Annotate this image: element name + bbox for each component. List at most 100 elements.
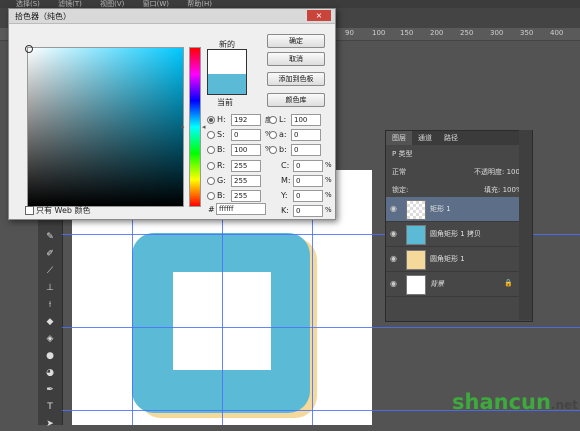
layer-filter[interactable]: P 类型 (392, 149, 538, 159)
path-selection-icon[interactable]: ➤ (42, 417, 58, 431)
saturation-input[interactable]: 0 (231, 129, 261, 141)
current-color-label: 当前 (217, 98, 233, 107)
blur-tool-icon[interactable]: ● (42, 349, 58, 363)
lightness-field: L: 100 (269, 114, 321, 126)
lightness-label: L: (279, 115, 287, 124)
b-channel-radio[interactable] (269, 145, 277, 154)
brightness-input[interactable]: 100 (231, 144, 261, 156)
ruler-tick: 400 (550, 29, 564, 37)
lightness-radio[interactable] (269, 115, 277, 124)
eye-icon[interactable]: ◉ (390, 229, 397, 238)
layer-name: 圆角矩形 1 (430, 255, 465, 263)
color-marker[interactable] (25, 45, 33, 53)
menu-window[interactable]: 窗口(W) (143, 0, 169, 8)
magenta-label: M: (281, 176, 291, 185)
magenta-input[interactable]: 0 (293, 175, 323, 187)
cyan-input[interactable]: 0 (293, 160, 323, 172)
menu-select[interactable]: 选择(S) (16, 0, 40, 8)
dialog-titlebar[interactable]: 拾色器（纯色） × (9, 9, 335, 24)
lightness-input[interactable]: 100 (291, 114, 321, 126)
layer-row[interactable]: ◉ 圆角矩形 1 (386, 247, 520, 272)
a-channel-radio[interactable] (269, 130, 277, 139)
pen-tool-icon[interactable]: ✒ (42, 383, 58, 397)
checkbox-box[interactable] (25, 206, 34, 215)
layer-thumbnail (406, 275, 426, 295)
healing-brush-icon[interactable]: ✐ (42, 247, 58, 261)
blue-label: B: (217, 191, 226, 200)
tab-channels[interactable]: 通道 (412, 131, 438, 145)
eye-icon[interactable]: ◉ (390, 254, 397, 263)
web-colors-only-checkbox[interactable]: 只有 Web 颜色 (25, 205, 91, 216)
menu-view[interactable]: 视图(V) (100, 0, 124, 8)
type-tool-icon[interactable]: T (42, 400, 58, 414)
tab-paths[interactable]: 路径 (438, 131, 464, 145)
green-input[interactable]: 255 (231, 175, 261, 187)
saturation-brightness-field[interactable] (25, 45, 184, 207)
add-to-swatches-button[interactable]: 添加到色板 (267, 72, 325, 86)
layer-name: 圆角矩形 1 拷贝 (430, 230, 481, 238)
eye-icon[interactable]: ◉ (390, 279, 397, 288)
green-label: G: (217, 176, 226, 185)
yellow-input[interactable]: 0 (293, 190, 323, 202)
tab-layers[interactable]: 图层 (386, 131, 412, 145)
lock-icon: 🔒 (504, 279, 513, 287)
black-unit: % (325, 206, 332, 214)
current-color-swatch[interactable] (208, 74, 246, 94)
ruler-tick: 350 (520, 29, 534, 37)
green-radio[interactable] (207, 176, 215, 185)
layer-row[interactable]: ◉ 矩形 1 (386, 197, 520, 222)
b-channel-input[interactable]: 0 (291, 144, 321, 156)
brightness-radio[interactable] (207, 145, 215, 154)
ruler-tick: 100 (372, 29, 386, 37)
hex-input[interactable]: ffffff (216, 203, 266, 215)
filter-label: P 类型 (392, 150, 413, 158)
a-channel-input[interactable]: 0 (291, 129, 321, 141)
saturation-label: S: (217, 130, 225, 139)
clone-stamp-icon[interactable]: ⊥ (42, 281, 58, 295)
paint-bucket-icon[interactable]: ◈ (42, 332, 58, 346)
red-input[interactable]: 255 (231, 160, 261, 172)
blue-radio[interactable] (207, 191, 215, 200)
cancel-button[interactable]: 取消 (267, 52, 325, 66)
hue-radio[interactable] (207, 115, 215, 124)
layer-row[interactable]: ◉ 背景 🔒 (386, 272, 520, 297)
menu-help[interactable]: 帮助(H) (187, 0, 212, 8)
ok-button[interactable]: 确定 (267, 34, 325, 48)
layer-thumbnail (406, 200, 426, 220)
hue-input[interactable]: 192 (231, 114, 261, 126)
eraser-tool-icon[interactable]: ◆ (42, 315, 58, 329)
yellow-label: Y: (281, 191, 288, 200)
hue-slider-arrow-left-icon[interactable]: ▸ (181, 123, 185, 131)
color-libraries-button[interactable]: 颜色库 (267, 93, 325, 107)
black-input[interactable]: 0 (293, 205, 323, 217)
red-radio[interactable] (207, 161, 215, 170)
hue-slider[interactable] (189, 47, 201, 207)
yellow-field: Y: 0 % (281, 190, 332, 202)
layer-name: 背景 (430, 280, 444, 288)
ruler-tick: 250 (460, 29, 474, 37)
lock-label: 锁定: (392, 186, 409, 194)
b-channel-label: b: (279, 145, 287, 154)
saturation-radio[interactable] (207, 130, 215, 139)
ruler-tick: 300 (490, 29, 504, 37)
guide-line (62, 327, 580, 328)
close-icon[interactable]: × (307, 10, 331, 21)
layers-scrollbar[interactable] (519, 130, 532, 320)
hue-slider-arrow-right-icon[interactable]: ◂ (202, 123, 206, 131)
brush-tool-icon[interactable]: ⟋ (42, 264, 58, 278)
menu-filter[interactable]: 滤镜(T) (58, 0, 82, 8)
color-picker-dialog: 拾色器（纯色） × ▸ ◂ 新的 当前 确定 取消 添加到色板 颜色库 H: 1… (8, 8, 336, 220)
watermark-text: shancun (452, 390, 551, 414)
dodge-tool-icon[interactable]: ◕ (42, 366, 58, 380)
blue-input[interactable]: 255 (231, 190, 261, 202)
web-colors-only-label: 只有 Web 颜色 (36, 206, 91, 215)
layer-row[interactable]: ◉ 圆角矩形 1 拷贝 (386, 222, 520, 247)
hue-label: H: (217, 115, 226, 124)
eye-icon[interactable]: ◉ (390, 204, 397, 213)
layers-panel-tabs: 图层 通道 路径 (386, 131, 532, 145)
eyedropper-tool-icon[interactable]: ✎ (42, 230, 58, 244)
saturation-field: S: 0 % (207, 129, 272, 141)
cyan-label: C: (281, 161, 290, 170)
history-brush-icon[interactable]: ⟊ (42, 298, 58, 312)
ruler-tick: 200 (430, 29, 444, 37)
